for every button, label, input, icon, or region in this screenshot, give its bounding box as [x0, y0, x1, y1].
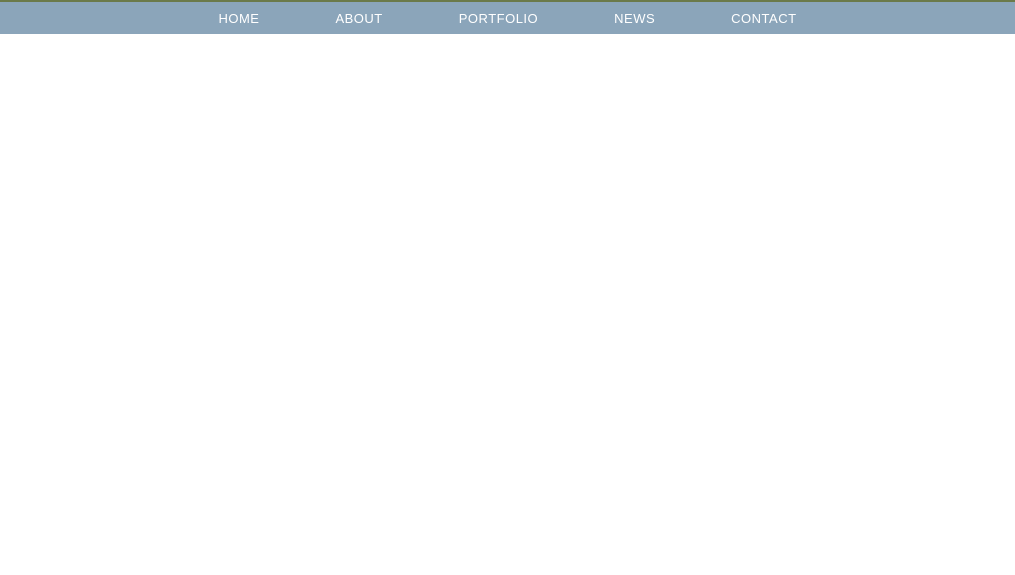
nav-item-about[interactable]: ABOUT — [297, 11, 420, 26]
nav-item-news[interactable]: NEWS — [576, 11, 693, 26]
nav-item-home[interactable]: HOME — [180, 11, 297, 26]
nav-list: HOME ABOUT PORTFOLIO NEWS CONTACT — [180, 2, 834, 34]
nav-item-portfolio[interactable]: PORTFOLIO — [421, 11, 576, 26]
top-navbar: HOME ABOUT PORTFOLIO NEWS CONTACT — [0, 0, 1015, 34]
nav-item-contact[interactable]: CONTACT — [693, 11, 834, 26]
